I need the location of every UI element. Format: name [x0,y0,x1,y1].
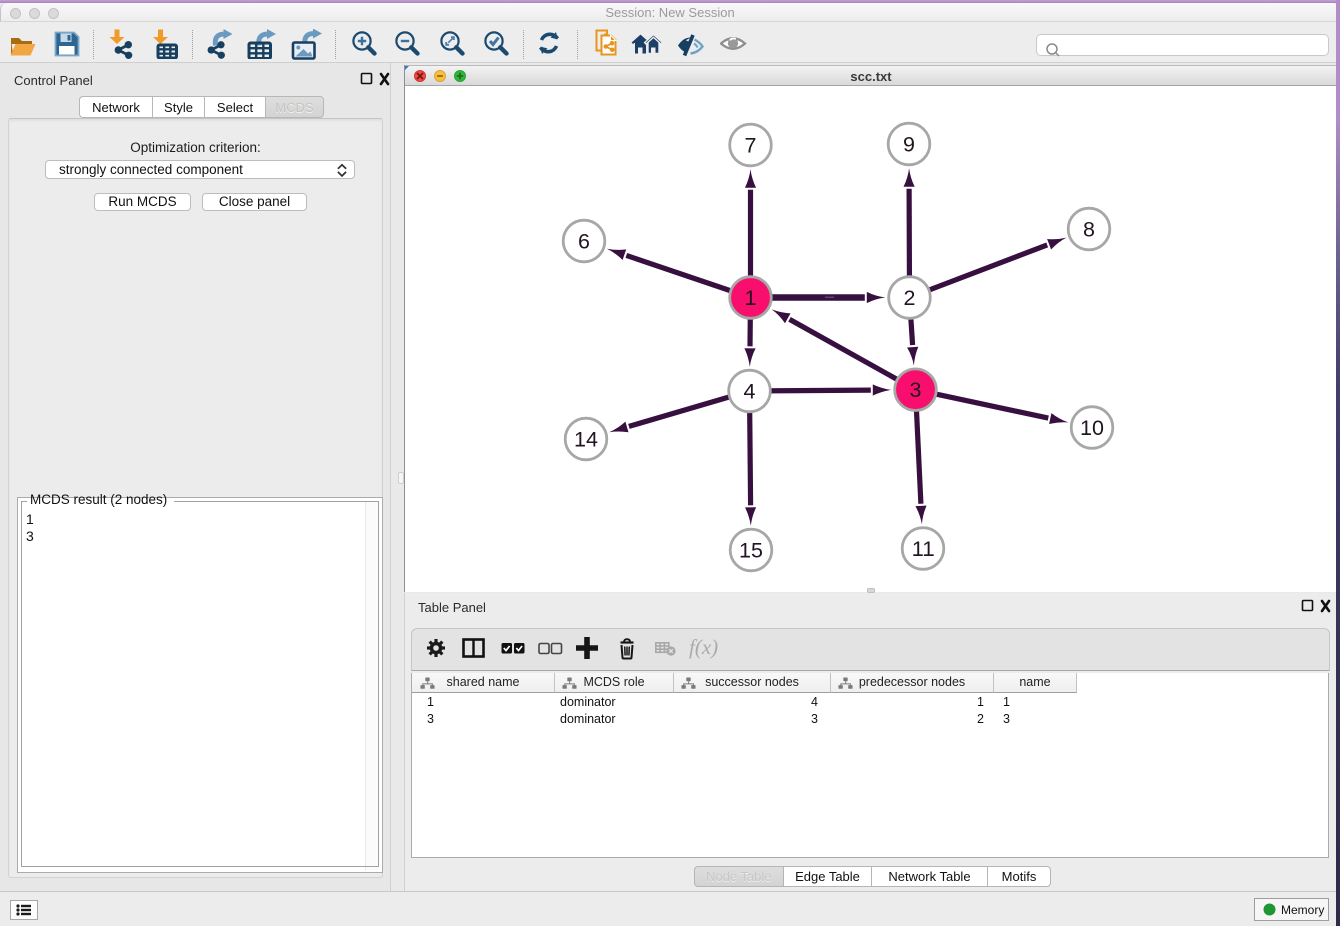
svg-text:8: 8 [1083,218,1095,242]
svg-text:14: 14 [574,428,598,452]
svg-text:10: 10 [1080,416,1104,440]
svg-text:6: 6 [578,230,590,254]
svg-text:4: 4 [744,380,756,404]
svg-text:7: 7 [745,134,757,158]
svg-text:1: 1 [745,286,757,310]
svg-text:11: 11 [912,537,934,561]
svg-text:3: 3 [910,378,922,402]
svg-text:15: 15 [739,539,763,563]
svg-text:9: 9 [903,133,915,157]
svg-text:2: 2 [904,286,916,310]
